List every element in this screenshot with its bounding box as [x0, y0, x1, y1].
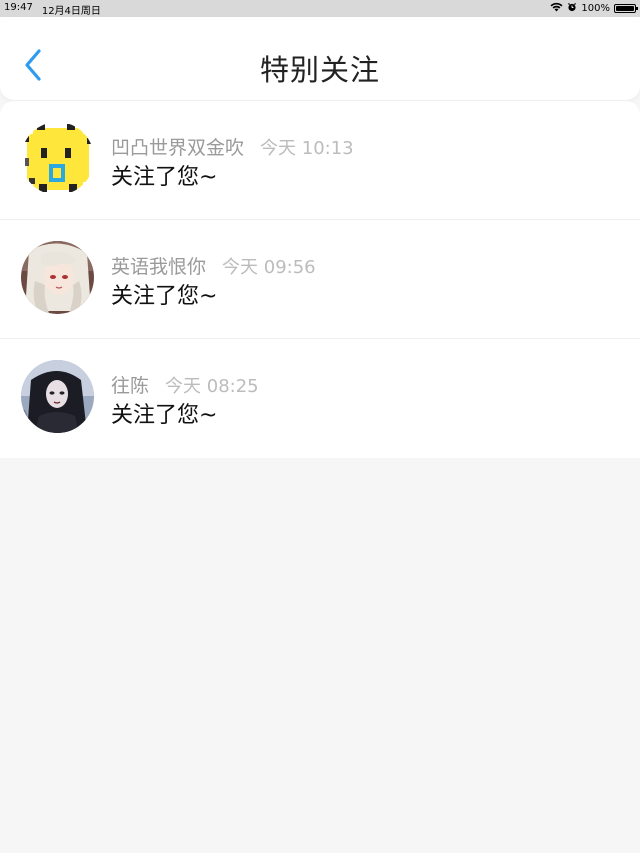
- wifi-icon: [550, 2, 563, 15]
- user-name-line: 往陈 今天 08:25: [111, 371, 259, 398]
- follow-list: 凹凸世界双金吹 今天 10:13 关注了您~ 英语我恨你 今天 09:56 关注了您…: [0, 101, 640, 458]
- nav-bar: 特别关注: [0, 17, 640, 100]
- avatar[interactable]: [21, 241, 94, 314]
- user-name: 往陈: [111, 375, 150, 397]
- battery-icon: [614, 4, 638, 13]
- user-name-line: 凹凸世界双金吹 今天 10:13: [111, 133, 354, 160]
- avatar[interactable]: [21, 360, 94, 433]
- avatar[interactable]: [21, 122, 94, 195]
- timestamp: 今天 09:56: [222, 257, 316, 278]
- battery-percent: 100%: [581, 3, 610, 14]
- status-bar: 19:47 12月4日周日 100%: [0, 0, 640, 17]
- page-title: 特别关注: [259, 53, 380, 87]
- timestamp: 今天 10:13: [260, 138, 354, 159]
- timestamp: 今天 08:25: [165, 376, 259, 397]
- user-name-line: 英语我恨你 今天 09:56: [111, 252, 316, 279]
- list-item[interactable]: 凹凸世界双金吹 今天 10:13 关注了您~: [0, 101, 640, 220]
- user-name: 英语我恨你: [111, 256, 207, 278]
- alarm-icon: [567, 2, 577, 15]
- message-text: 关注了您~: [111, 165, 218, 190]
- message-text: 关注了您~: [111, 284, 218, 309]
- list-item[interactable]: 英语我恨你 今天 09:56 关注了您~: [0, 220, 640, 339]
- list-item[interactable]: 往陈 今天 08:25 关注了您~: [0, 339, 640, 458]
- user-name: 凹凸世界双金吹: [111, 137, 245, 159]
- status-time: 19:47: [4, 2, 33, 13]
- message-text: 关注了您~: [111, 403, 218, 428]
- status-date: 12月4日周日: [41, 6, 101, 17]
